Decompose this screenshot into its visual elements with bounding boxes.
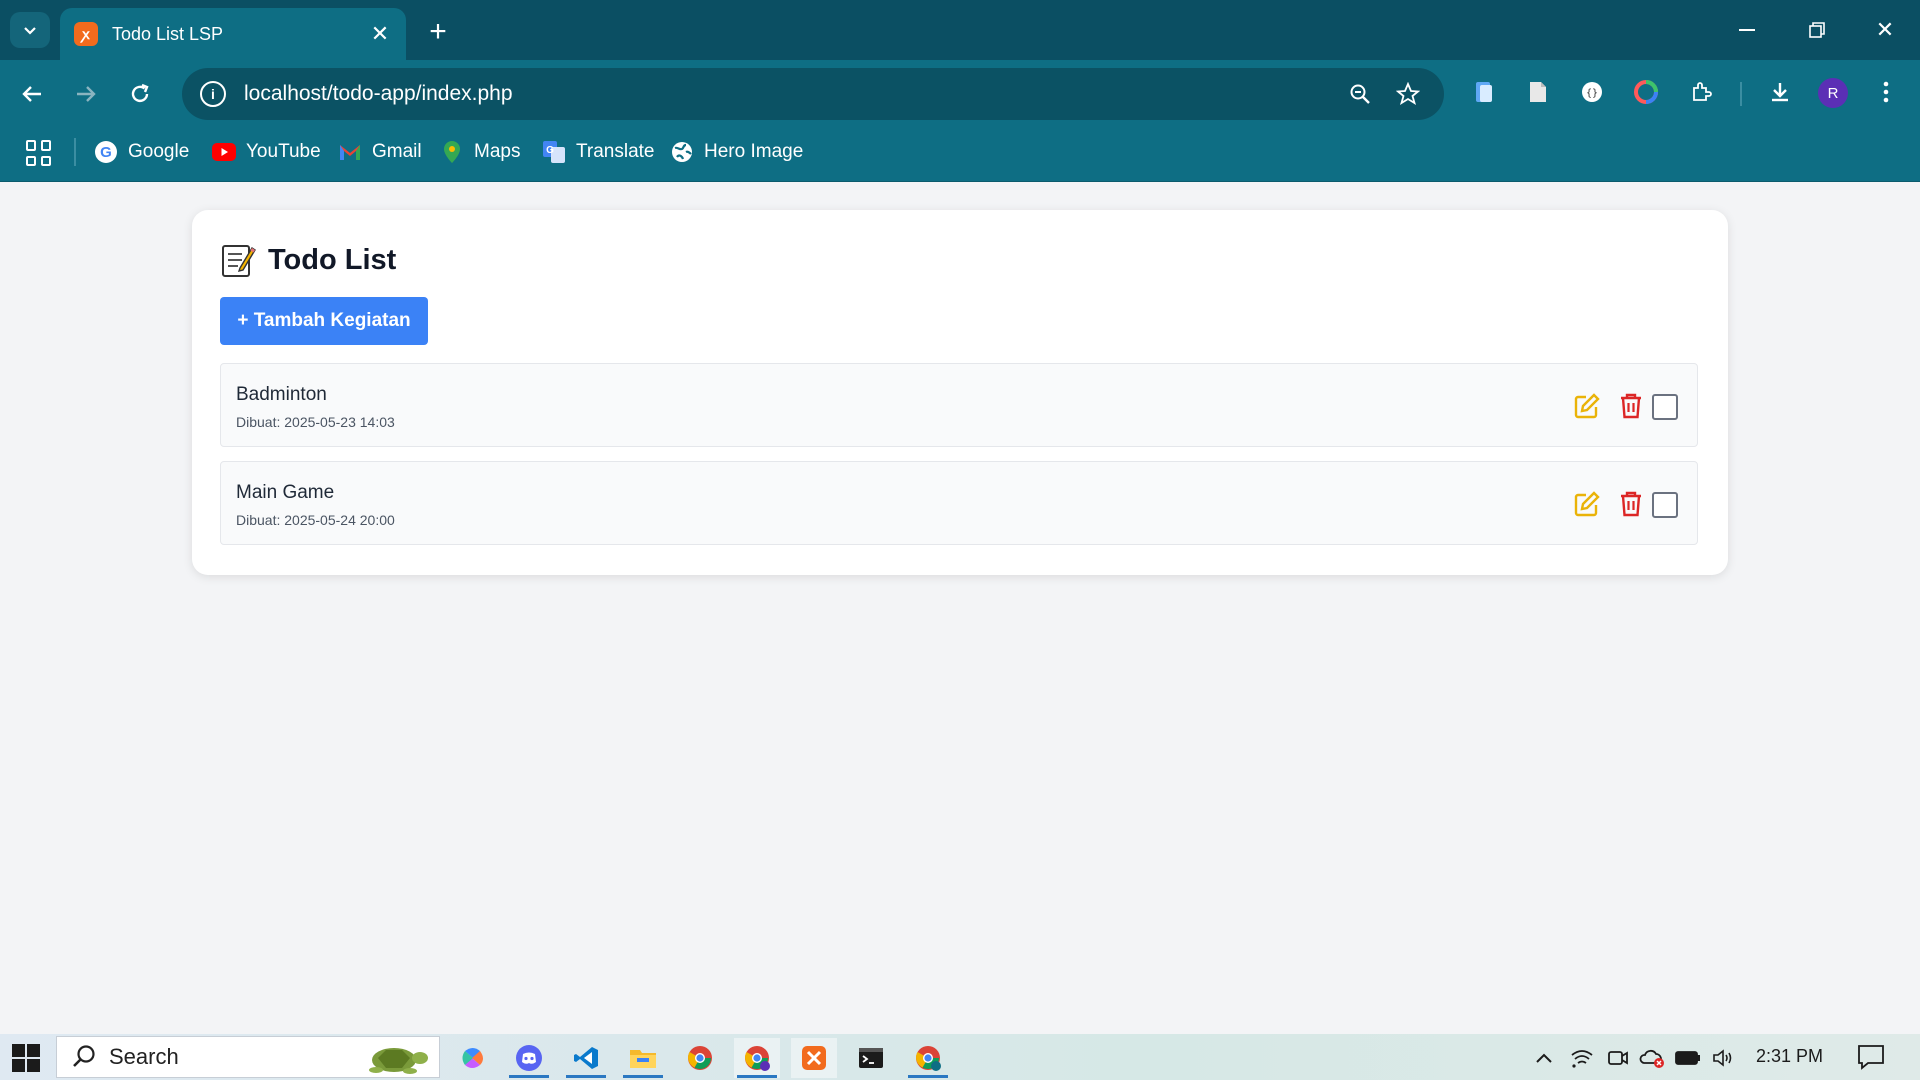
bookmark-hero-image[interactable]: Hero Image xyxy=(670,137,803,167)
bookmarks-separator xyxy=(74,138,76,166)
reload-icon[interactable] xyxy=(120,74,160,114)
tab-search-button[interactable] xyxy=(10,12,50,48)
url-text: localhost/todo-app/index.php xyxy=(244,82,513,105)
extension-file-icon[interactable] xyxy=(1520,74,1556,110)
back-arrow-icon[interactable] xyxy=(12,74,52,114)
todo-item: Main Game Dibuat: 2025-05-24 20:00 xyxy=(220,461,1698,545)
edit-icon[interactable] xyxy=(1571,488,1603,520)
todo-title: Main Game xyxy=(236,482,335,503)
bookmark-label: Gmail xyxy=(372,141,422,162)
camera-icon[interactable] xyxy=(1604,1044,1632,1072)
taskbar-chrome-profile-icon[interactable] xyxy=(734,1038,780,1078)
google-icon: G xyxy=(94,140,118,164)
add-activity-button[interactable]: + Tambah Kegiatan xyxy=(220,297,428,345)
bookmark-label: Google xyxy=(128,141,190,162)
toolbar-separator xyxy=(1740,82,1742,106)
more-menu-icon[interactable] xyxy=(1868,74,1904,110)
bookmark-label: Translate xyxy=(576,141,655,162)
todo-item: Badminton Dibuat: 2025-05-23 14:03 xyxy=(220,363,1698,447)
svg-text:G: G xyxy=(100,144,112,161)
delete-trash-icon[interactable] xyxy=(1615,390,1647,422)
battery-icon[interactable] xyxy=(1674,1044,1702,1072)
turtle-search-highlight-icon xyxy=(369,1048,428,1074)
bookmark-star-icon[interactable] xyxy=(1390,76,1426,112)
taskbar-vscode-icon[interactable] xyxy=(563,1038,609,1078)
tab-close-icon[interactable]: ✕ xyxy=(368,21,392,47)
page-title: Todo List xyxy=(268,243,397,276)
close-window-icon[interactable]: ✕ xyxy=(1860,10,1910,50)
extension-docs-icon[interactable] xyxy=(1466,74,1502,110)
taskbar-xampp-icon[interactable] xyxy=(791,1038,837,1078)
page-heading: Todo List xyxy=(220,242,396,278)
taskbar-file-explorer-icon[interactable] xyxy=(620,1038,666,1078)
search-icon xyxy=(73,1045,95,1067)
globe-icon xyxy=(670,140,694,164)
maps-icon xyxy=(440,140,464,164)
bookmark-translate[interactable]: G Translate xyxy=(542,137,655,167)
taskbar-chrome-icon[interactable] xyxy=(677,1038,723,1078)
xampp-favicon-icon: ꭗ xyxy=(74,22,98,46)
wifi-icon[interactable] xyxy=(1568,1044,1596,1072)
todo-done-checkbox[interactable] xyxy=(1652,492,1678,518)
bookmark-label: Maps xyxy=(474,141,521,162)
windows-start-icon[interactable] xyxy=(12,1044,40,1072)
bookmark-maps[interactable]: Maps xyxy=(440,137,520,167)
minimize-icon[interactable] xyxy=(1722,10,1772,50)
extension-color-icon[interactable] xyxy=(1628,74,1664,110)
forward-arrow-icon[interactable] xyxy=(66,74,106,114)
taskbar-discord-icon[interactable] xyxy=(506,1038,552,1078)
bookmark-youtube[interactable]: YouTube xyxy=(212,137,321,167)
taskbar-clock[interactable]: 2:31 PM xyxy=(1756,1046,1823,1067)
todo-title: Badminton xyxy=(236,384,327,405)
download-icon[interactable] xyxy=(1762,74,1798,110)
delete-trash-icon[interactable] xyxy=(1615,488,1647,520)
todo-created-date: Dibuat: 2025-05-24 20:00 xyxy=(236,512,395,528)
todo-created-date: Dibuat: 2025-05-23 14:03 xyxy=(236,414,395,430)
svg-text:G: G xyxy=(546,145,554,156)
bookmark-google[interactable]: G Google xyxy=(94,137,189,167)
volume-icon[interactable] xyxy=(1710,1044,1738,1072)
extension-devtools-icon[interactable]: {} xyxy=(1574,74,1610,110)
site-info-icon[interactable]: i xyxy=(200,81,226,107)
svg-text:{}: {} xyxy=(1586,88,1598,99)
bookmark-label: Hero Image xyxy=(704,141,804,162)
todo-done-checkbox[interactable] xyxy=(1652,394,1678,420)
browser-tab-active[interactable]: ꭗ Todo List LSP ✕ xyxy=(60,8,406,60)
gmail-icon xyxy=(338,140,362,164)
restore-icon[interactable] xyxy=(1792,10,1842,50)
notification-center-icon[interactable] xyxy=(1856,1042,1886,1072)
translate-icon: G xyxy=(542,140,566,164)
bookmark-label: YouTube xyxy=(246,141,321,162)
todo-card: Todo List + Tambah Kegiatan Badminton Di… xyxy=(192,210,1728,575)
onedrive-error-icon[interactable] xyxy=(1638,1044,1666,1072)
tray-chevron-up-icon[interactable] xyxy=(1530,1044,1558,1072)
edit-icon[interactable] xyxy=(1571,390,1603,422)
youtube-icon xyxy=(212,140,236,164)
memo-icon xyxy=(222,245,256,277)
taskbar-search-label: Search xyxy=(109,1044,179,1069)
new-tab-button[interactable]: + xyxy=(420,14,456,50)
address-bar[interactable]: i localhost/todo-app/index.php xyxy=(182,68,1444,120)
zoom-icon[interactable] xyxy=(1342,76,1378,112)
bookmark-gmail[interactable]: Gmail xyxy=(338,137,422,167)
chevron-down-icon xyxy=(24,27,36,35)
taskbar-copilot-icon[interactable] xyxy=(450,1038,496,1078)
apps-grid-icon[interactable] xyxy=(26,140,52,166)
profile-avatar[interactable]: R xyxy=(1818,78,1848,108)
extensions-puzzle-icon[interactable] xyxy=(1684,74,1720,110)
taskbar-chrome-second-icon[interactable] xyxy=(905,1038,951,1078)
taskbar-terminal-icon[interactable] xyxy=(848,1038,894,1078)
tab-title: Todo List LSP xyxy=(112,23,224,44)
